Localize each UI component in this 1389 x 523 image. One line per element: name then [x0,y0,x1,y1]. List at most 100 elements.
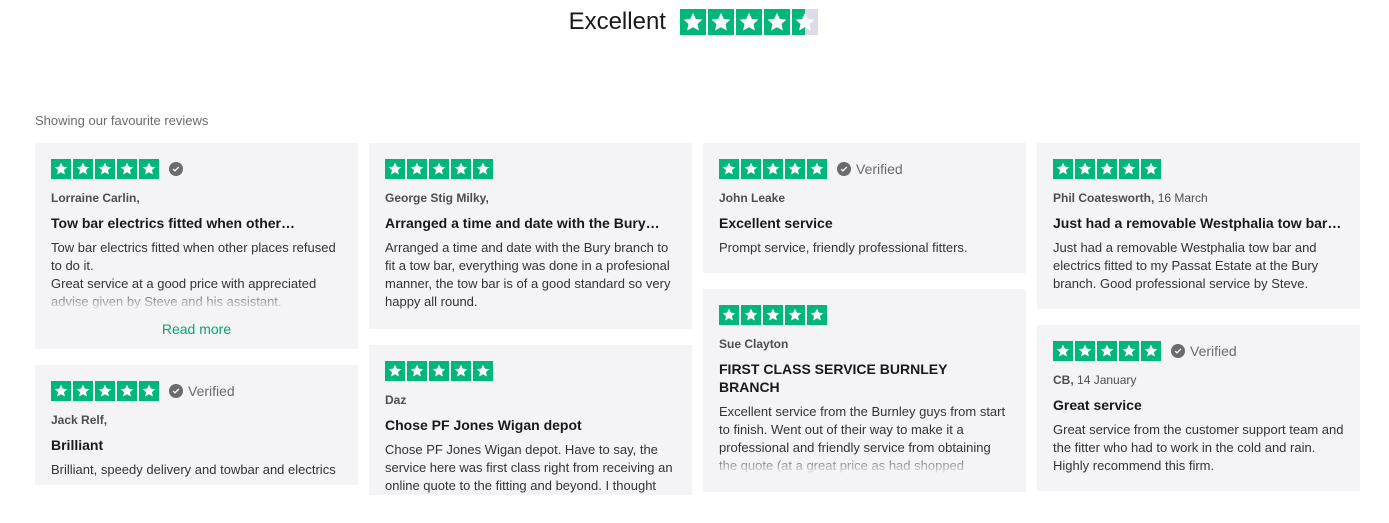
verified-badge: Verified [169,383,235,399]
review-title: Great service [1053,397,1142,413]
star-icon [473,159,493,179]
star-icon [429,361,449,381]
star-icon [807,305,827,325]
star-icon [1119,341,1139,361]
star-icon [1141,159,1161,179]
rating-stars [719,159,829,179]
review-card[interactable]: Phil Coatesworth, 16 March Just had a re… [1037,143,1360,309]
reviewer-name: Jack Relf, [51,413,108,427]
star-icon [407,159,427,179]
review-title: Just had a removable Westphalia tow bar… [1053,215,1342,231]
star-icon [1097,341,1117,361]
review-column-3: Verified John Leake Excellent service Pr… [703,143,1026,492]
review-title: Arranged a time and date with the Bury… [385,215,660,231]
rating-stars [51,159,161,179]
review-title: Brilliant [51,437,104,453]
half-star-icon [792,9,819,35]
reviewer-name: Daz [385,393,407,407]
review-title: Excellent service [719,215,833,231]
star-icon [117,159,137,179]
star-icon [741,159,761,179]
read-more-link[interactable]: Read more [51,321,342,337]
star-icon [680,9,707,35]
star-icon [451,159,471,179]
star-icon [1075,341,1095,361]
star-icon [473,361,493,381]
reviewer-name: Lorraine Carlin, [51,191,140,205]
review-body: Prompt service, friendly professional fi… [719,240,968,255]
star-icon [807,159,827,179]
review-card[interactable]: Sue Clayton FIRST CLASS SERVICE BURNLEY … [703,289,1026,492]
review-card[interactable]: George Stig Milky, Arranged a time and d… [369,143,692,329]
rating-stars [385,361,495,381]
star-icon [719,305,739,325]
reviewer-name: George Stig Milky, [385,191,489,205]
reviewer-name: Sue Clayton [719,337,789,351]
favourite-reviews-heading: Showing our favourite reviews [35,113,209,128]
star-icon [385,361,405,381]
star-icon [719,159,739,179]
review-body: Great service from the customer support … [1053,422,1344,473]
review-card[interactable]: Verified John Leake Excellent service Pr… [703,143,1026,273]
star-icon [429,159,449,179]
rating-stars [385,159,495,179]
rating-stars [719,305,829,325]
review-body: Just had a removable Westphalia tow bar … [1053,240,1319,291]
review-title: Tow bar electrics fitted when other… [51,215,296,231]
review-card[interactable]: Verified CB, 14 January Great service Gr… [1037,325,1360,491]
review-title: FIRST CLASS SERVICE BURNLEY BRANCH [719,361,948,395]
star-icon [451,361,471,381]
review-card[interactable]: Lorraine Carlin, Tow bar electrics fitte… [35,143,358,349]
check-icon [169,162,183,176]
check-icon [1171,344,1185,358]
verified-badge [169,162,188,176]
star-icon [73,159,93,179]
review-body: Brilliant, speedy delivery and towbar an… [51,462,336,477]
star-icon [117,381,137,401]
star-icon [139,159,159,179]
star-icon [407,361,427,381]
star-icon [95,381,115,401]
rating-stars [1053,159,1163,179]
review-card[interactable]: Verified Jack Relf, Brilliant Brilliant,… [35,365,358,485]
star-icon [73,381,93,401]
rating-stars [1053,341,1163,361]
review-body: Arranged a time and date with the Bury b… [385,240,671,309]
review-title: Chose PF Jones Wigan depot [385,417,582,433]
star-icon [1141,341,1161,361]
star-icon [51,381,71,401]
star-icon [51,159,71,179]
star-icon [385,159,405,179]
rating-word: Excellent [568,8,666,35]
star-icon [1053,159,1073,179]
star-icon [1097,159,1117,179]
rating-header: Excellent [0,8,1389,40]
star-icon [1119,159,1139,179]
rating-stars [51,381,161,401]
review-body: Excellent service from the Burnley guys … [719,403,1010,475]
reviewer-name: John Leake [719,191,786,205]
verified-badge: Verified [1171,343,1237,359]
verified-badge: Verified [837,161,903,177]
review-column-2: George Stig Milky, Arranged a time and d… [369,143,692,495]
star-icon [708,9,735,35]
review-body: Chose PF Jones Wigan depot. Have to say,… [385,442,673,493]
star-icon [95,159,115,179]
star-icon [736,9,763,35]
review-column-1: Lorraine Carlin, Tow bar electrics fitte… [35,143,358,485]
header-stars [680,9,820,35]
review-card[interactable]: Daz Chose PF Jones Wigan depot Chose PF … [369,345,692,495]
star-icon [139,381,159,401]
reviewer-name: Phil Coatesworth, 16 March [1053,191,1208,205]
star-icon [1053,341,1073,361]
star-icon [763,305,783,325]
star-icon [764,9,791,35]
star-icon [785,159,805,179]
review-body: Tow bar electrics fitted when other plac… [51,239,342,311]
star-icon [741,305,761,325]
reviewer-name: CB, 14 January [1053,373,1137,387]
check-icon [169,384,183,398]
review-column-4: Phil Coatesworth, 16 March Just had a re… [1037,143,1360,491]
star-icon [785,305,805,325]
star-icon [1075,159,1095,179]
